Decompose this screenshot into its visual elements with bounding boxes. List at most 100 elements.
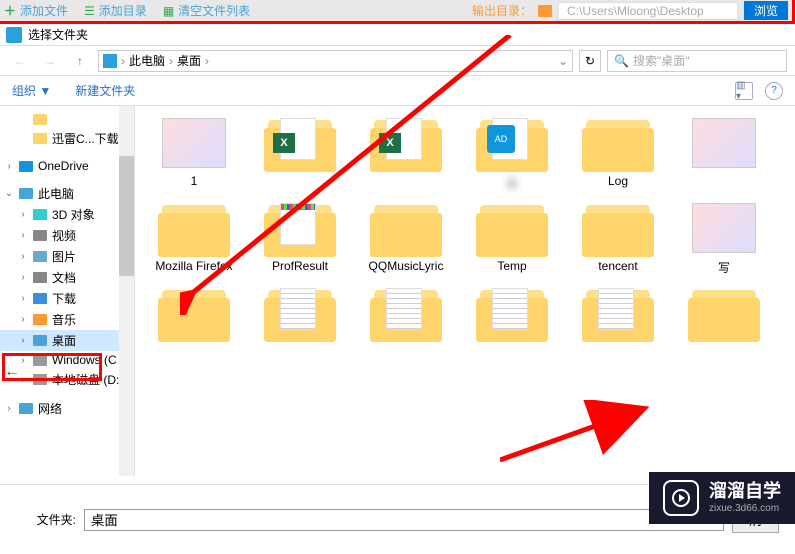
file-item[interactable] — [145, 284, 243, 344]
expand-icon[interactable]: › — [18, 335, 28, 346]
chevron-right-icon: › — [169, 54, 173, 68]
tree-label: 3D 对象 — [52, 206, 95, 223]
tree-label: 音乐 — [52, 311, 76, 328]
breadcrumb-item[interactable]: 桌面 — [177, 52, 201, 69]
refresh-button[interactable]: ↻ — [579, 50, 601, 72]
expand-icon[interactable]: › — [18, 209, 28, 220]
file-item[interactable]: QQMusicLyric — [357, 199, 455, 276]
list-icon: ☰ — [84, 4, 95, 18]
desktop-icon — [32, 334, 48, 348]
expand-icon[interactable]: › — [18, 272, 28, 283]
expand-icon[interactable]: › — [18, 314, 28, 325]
file-label: 云 — [463, 174, 561, 191]
tree-label: 图片 — [52, 248, 76, 265]
file-item[interactable]: 写 — [675, 199, 773, 276]
tree-item-视频[interactable]: ›视频 — [0, 225, 134, 246]
view-options-icon[interactable]: ▥ ▾ — [735, 82, 753, 100]
tree-label: 文档 — [52, 269, 76, 286]
breadcrumb-item[interactable]: 此电脑 — [129, 52, 165, 69]
file-label: ProfResult — [251, 259, 349, 273]
file-item[interactable]: X — [357, 114, 455, 191]
add-file-label: 添加文件 — [20, 2, 68, 19]
tree-item-图片[interactable]: › 图片 — [0, 246, 134, 267]
nav-bar: ← → ↑ › 此电脑 › 桌面 › ⌄ ↻ 🔍 搜索"桌面" — [0, 46, 795, 76]
tree-label: OneDrive — [38, 159, 89, 173]
folder-name-input[interactable] — [84, 509, 724, 531]
file-label: QQMusicLyric — [357, 259, 455, 273]
music-icon — [32, 313, 48, 327]
file-item[interactable]: X — [251, 114, 349, 191]
tree-label: 迅雷C...下载 — [52, 130, 119, 147]
tree-item-文档[interactable]: › 文档 — [0, 267, 134, 288]
expand-icon[interactable]: › — [4, 161, 14, 172]
add-dir-button[interactable]: ☰ 添加目录 — [84, 2, 147, 19]
new-folder-button[interactable]: 新建文件夹 — [75, 82, 135, 99]
folder-name-label: 文件夹: — [16, 511, 76, 528]
add-file-button[interactable]: ＋ 添加文件 — [4, 2, 68, 19]
file-item[interactable] — [675, 284, 773, 344]
nav-tree: 迅雷C...下载›OneDrive⌄此电脑›3D 对象›视频›图片›文档›下载›… — [0, 106, 135, 476]
file-label: Mozilla Firefox — [145, 259, 243, 273]
tree-item-网络[interactable]: › 网络 — [0, 398, 134, 419]
tree-item-3D 对象[interactable]: › 3D 对象 — [0, 204, 134, 225]
organize-menu[interactable]: 组织 ▼ — [12, 82, 51, 99]
download-icon — [32, 292, 48, 306]
forward-button[interactable]: → — [38, 49, 62, 73]
pc-icon — [18, 187, 34, 201]
file-grid: 1XXAD云LogMozilla FirefoxProfResultQQMusi… — [135, 106, 795, 476]
file-item[interactable] — [675, 114, 773, 191]
output-path: C:\Users\Mloong\Desktop — [558, 2, 738, 20]
expand-icon[interactable]: › — [18, 251, 28, 262]
file-item[interactable]: Mozilla Firefox — [145, 199, 243, 276]
tree-label: 此电脑 — [38, 185, 74, 202]
tree-item-item0[interactable] — [0, 110, 134, 128]
pc-icon — [103, 54, 117, 68]
tree-item-OneDrive[interactable]: › OneDrive — [0, 157, 134, 175]
tree-item-此电脑[interactable]: ⌄ 此电脑 — [0, 183, 134, 204]
doc-icon — [32, 271, 48, 285]
file-label: Temp — [463, 259, 561, 273]
chevron-down-icon[interactable]: ⌄ — [558, 54, 568, 68]
file-item[interactable]: 1 — [145, 114, 243, 191]
tree-item-桌面[interactable]: ›桌面 — [0, 330, 134, 351]
file-item[interactable] — [357, 284, 455, 344]
file-item[interactable]: ProfResult — [251, 199, 349, 276]
plus-icon: ＋ — [4, 2, 16, 19]
folder-icon — [538, 5, 552, 17]
tree-label: 网络 — [38, 400, 62, 417]
tree-item-下载[interactable]: › 下载 — [0, 288, 134, 309]
help-icon[interactable]: ? — [765, 82, 783, 100]
browse-button[interactable]: 浏览 — [744, 1, 788, 20]
add-dir-label: 添加目录 — [99, 2, 147, 19]
keyboard-hint: ← — [4, 363, 20, 381]
file-item[interactable] — [251, 284, 349, 344]
file-item[interactable] — [569, 284, 667, 344]
onedrive-icon — [18, 159, 34, 173]
file-item[interactable]: Temp — [463, 199, 561, 276]
clear-list-button[interactable]: ▦ 清空文件列表 — [163, 2, 250, 19]
sidebar-scrollbar[interactable] — [119, 106, 134, 476]
expand-icon[interactable]: › — [18, 230, 28, 241]
tree-item-迅雷C...下载[interactable]: 迅雷C...下载 — [0, 128, 134, 149]
file-item[interactable]: AD云 — [463, 114, 561, 191]
search-input[interactable]: 🔍 搜索"桌面" — [607, 50, 787, 72]
up-button[interactable]: ↑ — [68, 49, 92, 73]
file-label: Log — [569, 174, 667, 188]
back-button[interactable]: ← — [8, 49, 32, 73]
expand-icon[interactable]: › — [4, 403, 14, 414]
pic-icon — [32, 250, 48, 264]
search-icon: 🔍 — [614, 54, 629, 68]
watermark-logo-icon — [663, 480, 699, 516]
top-right-tools: 输出目录： C:\Users\Mloong\Desktop 浏览 — [472, 1, 788, 20]
expand-icon[interactable]: ⌄ — [4, 188, 14, 199]
file-item[interactable] — [463, 284, 561, 344]
video-icon — [32, 229, 48, 243]
breadcrumb[interactable]: › 此电脑 › 桌面 › ⌄ — [98, 50, 573, 72]
expand-icon[interactable]: › — [18, 293, 28, 304]
file-item[interactable]: Log — [569, 114, 667, 191]
file-item[interactable]: tencent — [569, 199, 667, 276]
tree-label: 下载 — [52, 290, 76, 307]
tree-item-音乐[interactable]: › 音乐 — [0, 309, 134, 330]
main-area: 迅雷C...下载›OneDrive⌄此电脑›3D 对象›视频›图片›文档›下载›… — [0, 106, 795, 476]
window-title: 选择文件夹 — [28, 26, 88, 43]
